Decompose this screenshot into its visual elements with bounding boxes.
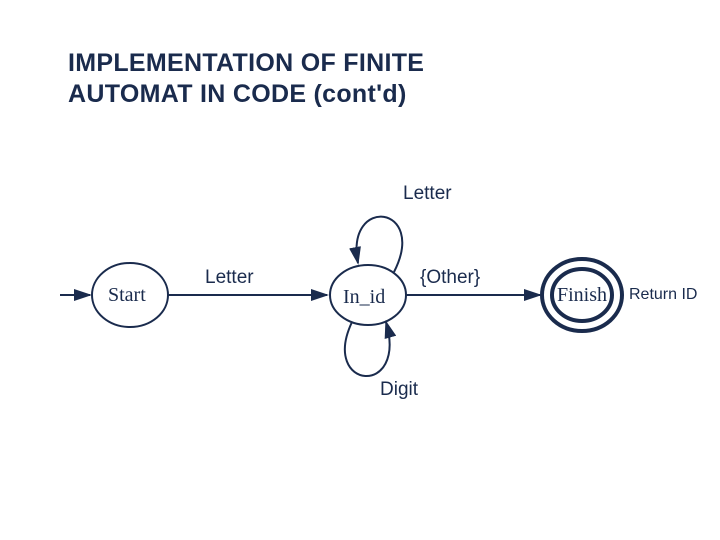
label-other-transition: {Other} xyxy=(420,267,480,289)
title-line-2: AUTOMAT IN CODE (cont'd) xyxy=(68,80,407,108)
start-state-label: Start xyxy=(108,284,146,307)
label-digit-loop: Digit xyxy=(380,379,418,401)
loop-digit xyxy=(345,322,390,376)
in-id-state-label: In_id xyxy=(343,286,385,309)
finish-state-label: Finish xyxy=(557,284,607,307)
title-line-1: IMPLEMENTATION OF FINITE xyxy=(68,49,424,77)
return-id-label: Return ID xyxy=(629,286,697,304)
page-title: IMPLEMENTATION OF FINITE AUTOMAT IN CODE… xyxy=(68,48,424,111)
label-letter-transition: Letter xyxy=(205,267,254,289)
loop-letter xyxy=(357,217,403,272)
label-letter-loop: Letter xyxy=(403,183,452,205)
